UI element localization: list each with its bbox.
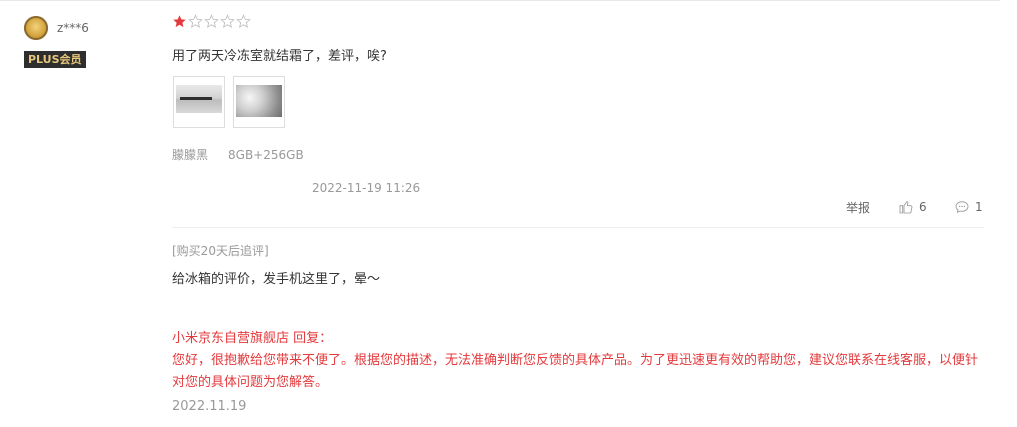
report-link[interactable]: 举报 (846, 199, 870, 216)
reply-date: 2022.11.19 (172, 399, 247, 414)
product-properties: 朦朦黑 8GB+256GB (172, 146, 304, 163)
follow-up-content: 给冰箱的评价，发手机这里了，晕～ (172, 272, 381, 287)
product-color: 朦朦黑 (172, 148, 209, 162)
follow-up-tag: [购买20天后追评] (172, 244, 269, 258)
reply-body: 您好，很抱歉给您带来不便了。根据您的描述，无法准确判断您反馈的具体产品。为了更迅… (172, 353, 979, 390)
username: z***6 (57, 21, 89, 35)
star-empty-icon (204, 14, 219, 29)
product-spec: 8GB+256GB (228, 148, 304, 162)
review-content: 用了两天冷冻室就结霜了，差评，唉? (172, 49, 387, 64)
like-button[interactable]: 6 (898, 199, 927, 215)
comment-button[interactable]: 1 (954, 199, 983, 215)
frost-photo (236, 85, 282, 117)
comment-bubble-icon (954, 199, 970, 215)
review-time: 2022-11-19 11:26 (312, 181, 421, 195)
star-rating (172, 14, 252, 32)
star-empty-icon (236, 14, 251, 29)
review-image-thumbnail[interactable] (233, 76, 285, 128)
avatar[interactable] (24, 16, 48, 40)
comment-count: 1 (975, 200, 983, 214)
like-count: 6 (919, 200, 927, 214)
star-icon (172, 14, 187, 29)
top-divider (0, 0, 1000, 1)
reply-header: 小米京东自营旗舰店 回复： (172, 331, 333, 346)
plus-member-badge: PLUS会员 (24, 51, 86, 68)
thumbs-up-icon (898, 199, 914, 215)
review-image-thumbnail[interactable] (173, 76, 225, 128)
follow-up-divider (172, 227, 984, 228)
star-empty-icon (220, 14, 235, 29)
seller-reply: 小米京东自营旗舰店 回复： 您好，很抱歉给您带来不便了。根据您的描述，无法准确判… (172, 328, 984, 394)
star-empty-icon (188, 14, 203, 29)
review-images (173, 76, 293, 128)
